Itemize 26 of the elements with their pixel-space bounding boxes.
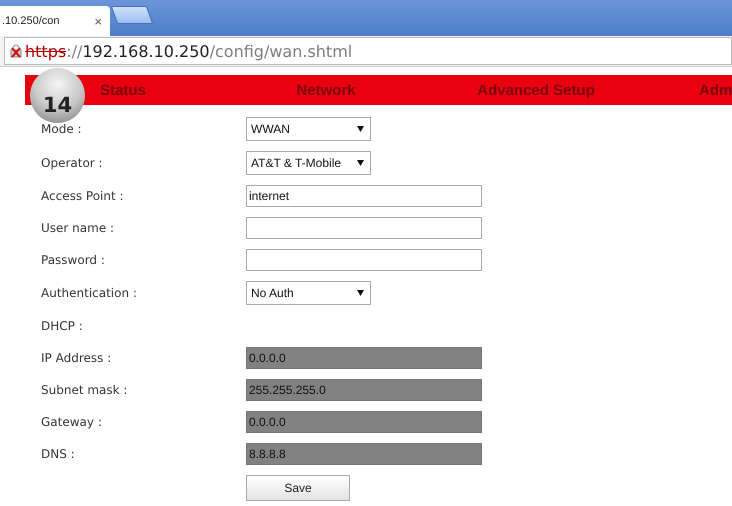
dropdown[interactable]: AT&T & T-Mobile (246, 151, 371, 175)
step-badge: 14 (30, 68, 85, 123)
field-label: Access Point : (41, 188, 125, 205)
browser-tab[interactable]: .10.250/con × (0, 6, 110, 36)
dropdown[interactable]: No Auth (246, 281, 371, 305)
dropdown[interactable]: WWAN (246, 117, 371, 141)
caret-icon (357, 126, 364, 132)
field-label: IP Address : (41, 350, 112, 367)
input-field[interactable]: internet (246, 185, 482, 207)
field-label: Mode : (41, 121, 83, 138)
field-label: Operator : (41, 155, 104, 172)
field-label: DNS : (41, 446, 76, 463)
save-button[interactable]: Save (246, 475, 350, 501)
field-label: Subnet mask : (41, 382, 128, 399)
input-field[interactable] (246, 217, 482, 239)
caret-icon (357, 290, 364, 296)
field-label: Gateway : (41, 414, 103, 431)
close-icon[interactable]: × (94, 14, 102, 28)
field-label: DHCP : (41, 318, 84, 335)
input-field[interactable] (246, 249, 482, 271)
new-tab-button[interactable] (110, 6, 154, 24)
field-label: User name : (41, 220, 116, 237)
address-field[interactable]: https://192.168.10.250/config/wan.shtml (4, 37, 732, 65)
field-label: Authentication : (41, 285, 138, 302)
caret-icon (357, 160, 364, 166)
field-label: Password : (41, 252, 106, 269)
